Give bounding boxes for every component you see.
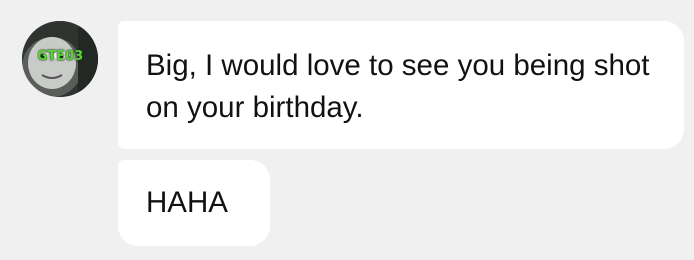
chat-thread: GTE03 Big, I would love to see you being… <box>0 0 694 260</box>
message-bubble[interactable]: HAHA <box>118 160 270 246</box>
sender-avatar[interactable]: GTE03 <box>22 21 98 97</box>
message-text: Big, I would love to see you being shot … <box>146 49 650 124</box>
message-bubble[interactable]: Big, I would love to see you being shot … <box>118 21 684 149</box>
avatar-label: GTE03 <box>36 49 84 64</box>
message-text: HAHA <box>146 186 228 219</box>
